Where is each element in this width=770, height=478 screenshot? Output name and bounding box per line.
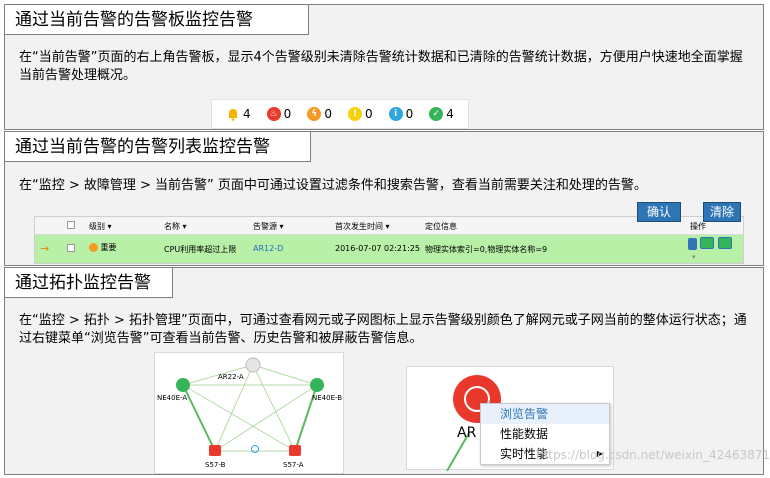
location-cell: 物理实体索引=0,物理实体名称=9 <box>425 245 548 254</box>
bell-icon <box>226 107 240 121</box>
section-title: 通过当前告警的告警列表监控告警 <box>5 132 311 162</box>
topology-node-label[interactable]: NE40E-B <box>312 394 342 402</box>
alarm-table: 级别 ▾ 名称 ▾ 告警源 ▾ 首次发生时间 ▾ 定位信息 操作 → 重要 CP… <box>34 216 744 264</box>
chevron-down-icon[interactable]: ▾ <box>692 253 696 261</box>
alarm-count: 0 <box>405 107 414 121</box>
alarm-count: 0 <box>364 107 373 121</box>
name-cell: CPU利用率超过上限 <box>164 245 237 254</box>
alarm-board-item-bell[interactable]: 4 <box>226 107 251 121</box>
menu-item-browse-alarms[interactable]: 浏览告警 <box>481 404 609 424</box>
alarm-board-item-warning[interactable]: i 0 <box>388 107 414 121</box>
alarm-count: 4 <box>243 107 251 121</box>
alarm-count: 0 <box>283 107 292 121</box>
topology-node-label[interactable]: NE40E-A <box>157 394 187 402</box>
alarm-count: 0 <box>324 107 332 121</box>
watermark: https://blog.csdn.net/weixin_42463871 <box>536 448 770 462</box>
topology-links <box>176 357 324 456</box>
critical-icon: ♨ <box>266 107 281 121</box>
col-first-time[interactable]: 首次发生时间 ▾ <box>335 221 390 232</box>
alarm-board-item-minor[interactable]: ! 0 <box>347 107 373 121</box>
acknowledge-icon[interactable] <box>688 238 697 250</box>
section-topology: 通过拓扑监控告警 在“监控 > 拓扑 > 拓扑管理”页面中，可通过查看网元或子网… <box>4 267 764 475</box>
level-cell: 重要 <box>89 242 117 253</box>
minor-icon: ! <box>347 107 362 121</box>
clear-op-icon[interactable] <box>718 237 732 249</box>
alarm-board-item-major[interactable]: ϟ 0 <box>307 107 332 121</box>
clear-button[interactable]: 清除 <box>703 202 741 222</box>
col-name[interactable]: 名称 ▾ <box>164 221 187 232</box>
section-alarm-board: 通过当前告警的告警板监控告警 在“当前告警”页面的右上角告警板，显示4个告警级别… <box>4 4 764 130</box>
section-description: 在“监控 > 拓扑 > 拓扑管理”页面中，可通过查看网元或子网图标上显示告警级别… <box>19 313 747 346</box>
major-icon: ϟ <box>307 107 322 121</box>
time-cell: 2016-07-07 02:21:25 <box>335 244 420 253</box>
confirm-button[interactable]: 确认 <box>637 202 681 222</box>
row-arrow-icon: → <box>40 242 50 255</box>
cleared-icon: ✓ <box>429 107 444 121</box>
topology-node-label[interactable]: AR22-A <box>218 373 244 381</box>
major-level-icon <box>89 243 98 252</box>
topology-node-label[interactable]: S57-A <box>283 461 304 469</box>
col-source[interactable]: 告警源 ▾ <box>253 221 284 232</box>
alarm-board: 4 ♨ 0 ϟ 0 ! 0 i 0 ✓ 4 <box>211 99 469 129</box>
confirm-op-icon[interactable] <box>700 237 714 249</box>
selected-node-label[interactable]: AR <box>457 425 476 441</box>
col-level[interactable]: 级别 ▾ <box>89 221 112 232</box>
topology-node-label[interactable]: S57-B <box>205 461 225 469</box>
topology-view: AR22-A NE40E-A NE40E-B S57-B S57-A <box>154 352 344 474</box>
section-title: 通过拓扑监控告警 <box>5 268 173 298</box>
source-cell[interactable]: AR12-D <box>253 244 283 253</box>
section-description: 在“监控 > 故障管理 > 当前告警” 页面中可通过设置过滤条件和搜索告警，查看… <box>19 178 647 193</box>
col-location: 定位信息 <box>425 222 457 231</box>
alarm-board-item-cleared[interactable]: ✓ 4 <box>429 107 454 121</box>
section-description: 在“当前告警”页面的右上角告警板，显示4个告警级别未清除告警统计数据和已清除的告… <box>19 50 743 83</box>
alarm-board-item-critical[interactable]: ♨ 0 <box>266 107 292 121</box>
section-title: 通过当前告警的告警板监控告警 <box>5 5 309 35</box>
row-checkbox[interactable] <box>67 244 75 252</box>
select-all-checkbox[interactable] <box>67 221 75 229</box>
menu-item-performance-data[interactable]: 性能数据 <box>481 424 609 444</box>
warning-info-icon: i <box>388 107 403 121</box>
col-operation: 操作 <box>690 222 706 231</box>
alarm-count: 4 <box>446 107 454 121</box>
table-row[interactable]: → 重要 CPU利用率超过上限 AR12-D 2016-07-07 02:21:… <box>35 235 743 263</box>
